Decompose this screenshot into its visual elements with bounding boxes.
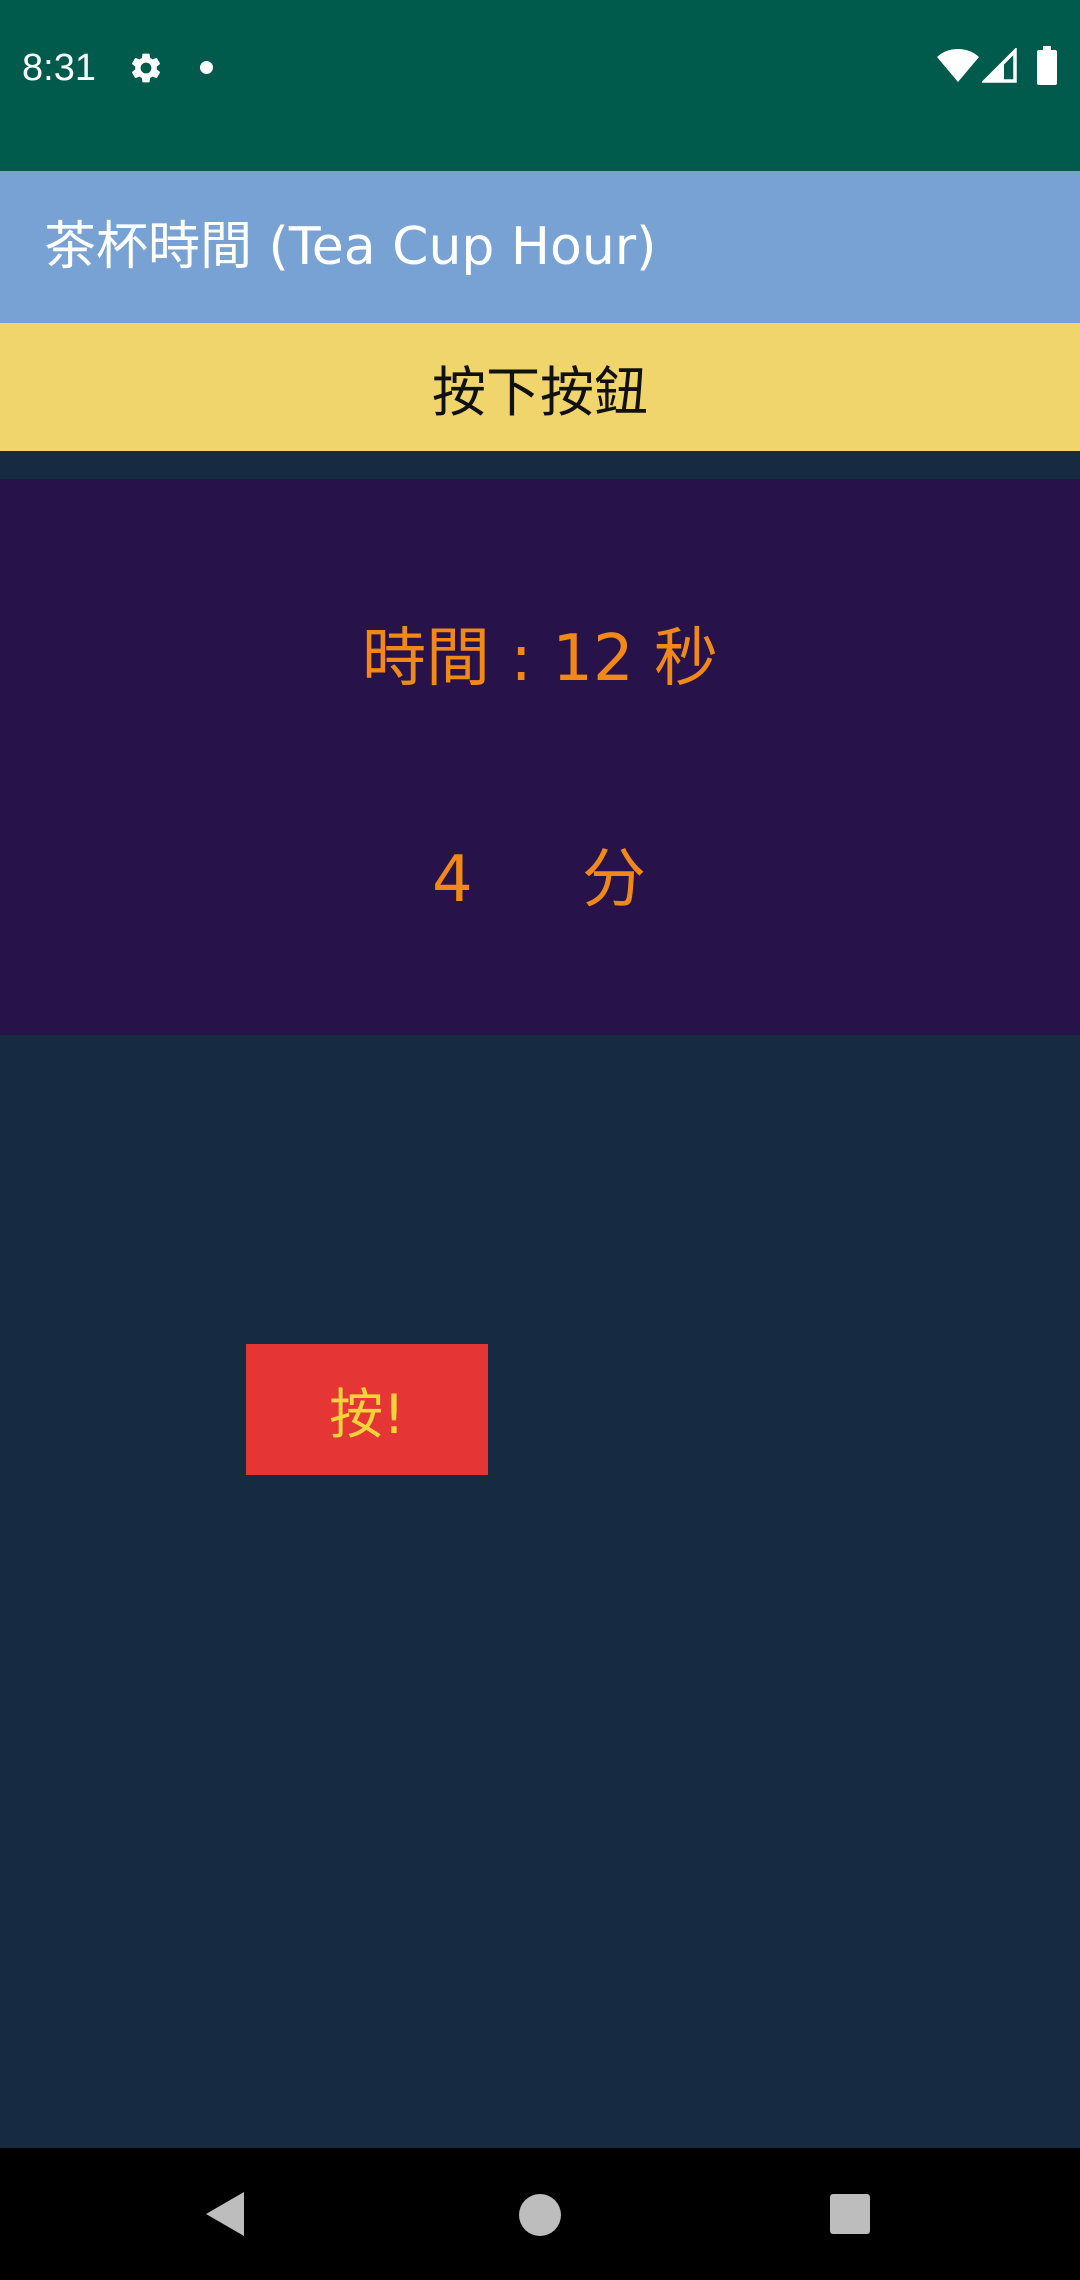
app-screen: 8:31 茶杯時間 (Tea Cup Hour) 按下按鈕 時間 : 12 秒 [0, 0, 1080, 2280]
prompt-banner: 按下按鈕 [0, 323, 1080, 451]
minutes-readout: 4 分 [0, 835, 1080, 925]
back-icon[interactable] [204, 2190, 246, 2238]
minutes-unit: 分 [582, 843, 646, 917]
app-title: 茶杯時間 (Tea Cup Hour) [44, 217, 657, 277]
press-button[interactable]: 按! [246, 1344, 488, 1475]
app-bar: 茶杯時間 (Tea Cup Hour) [0, 171, 1080, 323]
notification-dot-icon [200, 61, 213, 74]
status-bar: 8:31 [0, 0, 1080, 171]
prompt-text: 按下按鈕 [432, 360, 648, 424]
cell-signal-icon [982, 48, 1017, 83]
home-icon[interactable] [519, 2194, 561, 2236]
wifi-icon [937, 49, 979, 82]
seconds-label: 時間 : [361, 622, 532, 696]
seconds-value: 12 [552, 622, 634, 696]
seconds-unit: 秒 [654, 622, 719, 696]
navigation-bar [0, 2148, 1080, 2280]
status-time: 8:31 [22, 47, 96, 89]
timer-panel: 時間 : 12 秒 [0, 479, 1080, 1035]
seconds-readout: 時間 : 12 秒 [0, 614, 1080, 704]
gear-icon [131, 53, 161, 83]
minutes-value: 4 [432, 843, 473, 917]
recents-icon[interactable] [830, 2194, 870, 2234]
battery-icon [1037, 46, 1057, 85]
